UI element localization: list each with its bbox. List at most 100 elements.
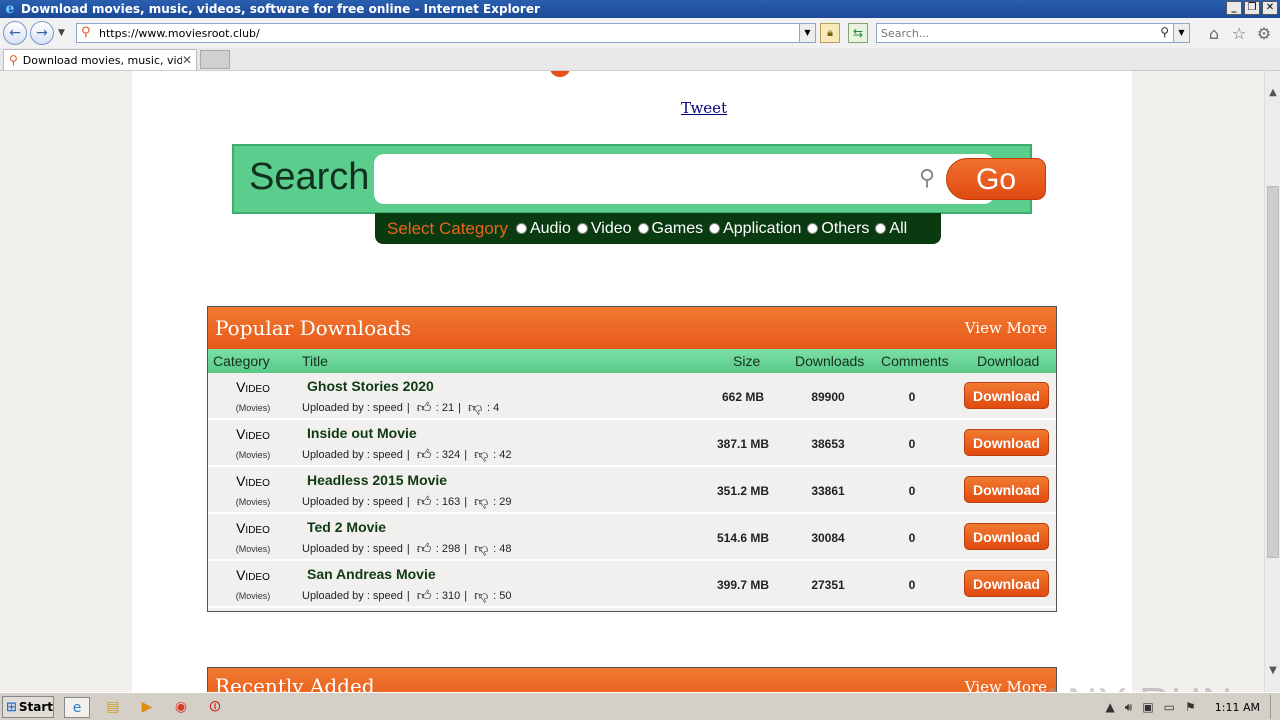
scroll-down-icon[interactable]: ▼ xyxy=(1265,663,1280,679)
address-dropdown-icon[interactable]: ▼ xyxy=(799,24,815,42)
scroll-up-icon[interactable]: ▲ xyxy=(1265,85,1280,101)
row-title-link[interactable]: Inside out Movie xyxy=(307,425,417,441)
col-category: Category xyxy=(213,353,270,369)
thumbs-up-icon[interactable]: 👍︎ xyxy=(417,540,433,557)
table-body: Video (Movies) Ghost Stories 2020 Uploaded … xyxy=(208,373,1056,608)
display-icon[interactable]: ▭ xyxy=(1164,700,1175,714)
category-radio-all[interactable]: All xyxy=(875,220,907,238)
radio-icon xyxy=(875,223,887,234)
new-tab-button[interactable] xyxy=(200,50,230,69)
favorites-star-icon[interactable]: ☆ xyxy=(1229,24,1249,44)
table-row: Video (Movies) San Andreas Movie Uploaded b… xyxy=(208,561,1056,608)
network-icon[interactable]: ▣ xyxy=(1142,700,1153,714)
thumbs-up-icon[interactable]: 👍︎ xyxy=(417,399,433,416)
separator: | xyxy=(458,401,461,414)
share-button-partial[interactable] xyxy=(550,71,570,77)
taskbar-ie-icon[interactable]: e xyxy=(64,697,90,718)
scrollbar-thumb[interactable] xyxy=(1267,186,1279,558)
row-title-link[interactable]: Ted 2 Movie xyxy=(307,519,386,535)
row-downloads: 89900 xyxy=(811,390,845,404)
category-radio-audio[interactable]: Audio xyxy=(515,220,571,238)
row-uploader: Uploaded by : speed xyxy=(302,448,403,461)
separator: | xyxy=(464,589,468,602)
site-search-input[interactable] xyxy=(384,164,904,194)
download-button[interactable]: Download xyxy=(964,570,1049,597)
history-dropdown-icon[interactable]: ▼ xyxy=(58,28,65,38)
tray-arrow-icon[interactable]: ▲ xyxy=(1106,700,1115,714)
vertical-scrollbar[interactable]: ▲ ▼ xyxy=(1264,71,1280,692)
separator: | xyxy=(464,495,468,508)
thumbs-down-icon[interactable]: 👎︎ xyxy=(474,587,490,604)
refresh-button[interactable]: ⇆ xyxy=(848,23,868,43)
taskbar-explorer-icon[interactable]: ▤ xyxy=(100,697,126,718)
go-button[interactable]: Go xyxy=(946,158,1046,200)
row-subcategory: (Movies) xyxy=(235,544,271,554)
tab-moviesroot[interactable]: ⚲ Download movies, music, vid... ✕ xyxy=(3,49,197,70)
download-button[interactable]: Download xyxy=(964,382,1049,409)
taskbar-media-player-icon[interactable]: ▶ xyxy=(134,697,160,718)
download-button[interactable]: Download xyxy=(964,523,1049,550)
category-radio-games[interactable]: Games xyxy=(637,220,703,238)
radio-icon xyxy=(709,223,721,234)
search-icon[interactable]: ⚲ xyxy=(1160,25,1169,39)
refresh-icon: ⇆ xyxy=(852,26,864,40)
row-category: Video xyxy=(236,520,270,536)
clock[interactable]: 1:11 AM xyxy=(1215,701,1260,714)
url-input[interactable] xyxy=(99,25,799,41)
download-button[interactable]: Download xyxy=(964,429,1049,456)
security-lock-button[interactable]: 🔒︎ xyxy=(820,23,840,43)
recent-view-more-link[interactable]: View More xyxy=(965,674,1047,692)
thumbs-down-icon[interactable]: 👎︎ xyxy=(474,540,490,557)
restore-button[interactable]: ❐ xyxy=(1244,1,1260,15)
speaker-icon[interactable]: 🔊︎ xyxy=(1125,700,1133,715)
start-button[interactable]: ⊞ Start xyxy=(2,696,54,718)
gear-icon[interactable]: ⚙ xyxy=(1254,24,1274,44)
row-size: 387.1 MB xyxy=(716,437,770,451)
page-viewport: Tweet Search ⚲ Go Select Category Audio … xyxy=(0,71,1264,692)
anyrun-watermark: ANY RUN xyxy=(1038,679,1233,692)
search-dropdown-icon[interactable]: ▼ xyxy=(1173,24,1189,42)
back-button[interactable]: ← xyxy=(3,21,27,45)
taskbar-chrome-icon[interactable]: ◉ xyxy=(168,697,194,718)
flag-icon[interactable]: ⚑ xyxy=(1185,700,1196,714)
separator: | xyxy=(406,448,410,461)
row-subcategory: (Movies) xyxy=(235,450,271,460)
window-titlebar: e Download movies, music, videos, softwa… xyxy=(0,0,1280,18)
close-button[interactable]: ✕ xyxy=(1262,1,1278,15)
forward-button[interactable]: → xyxy=(30,21,54,45)
separator: | xyxy=(464,448,468,461)
row-dislikes: : 42 xyxy=(493,448,512,461)
row-likes: : 310 xyxy=(435,589,461,602)
separator: | xyxy=(406,495,410,508)
col-title: Title xyxy=(302,353,328,369)
table-row: Video (Movies) Ted 2 Movie Uploaded by : sp… xyxy=(208,514,1056,561)
row-meta: Uploaded by : speed | 👍︎: 324 | 👎︎: 42 xyxy=(302,446,511,463)
taskbar-stop-icon[interactable]: ⏼ xyxy=(202,697,228,718)
row-title-link[interactable]: Ghost Stories 2020 xyxy=(307,378,434,394)
minimize-button[interactable]: _ xyxy=(1226,1,1242,15)
row-title-link[interactable]: Headless 2015 Movie xyxy=(307,472,447,488)
category-radio-others[interactable]: Others xyxy=(807,220,869,238)
table-row: Video (Movies) Inside out Movie Uploaded by… xyxy=(208,420,1056,467)
show-desktop-button[interactable] xyxy=(1270,695,1280,719)
thumbs-up-icon[interactable]: 👍︎ xyxy=(417,587,433,604)
row-title-link[interactable]: San Andreas Movie xyxy=(307,566,436,582)
home-icon[interactable]: ⌂ xyxy=(1204,24,1224,44)
row-meta: Uploaded by : speed | 👍︎: 163 | 👎︎: 29 xyxy=(302,493,511,510)
tab-close-icon[interactable]: ✕ xyxy=(182,53,192,67)
thumbs-down-icon[interactable]: 👎︎ xyxy=(474,446,490,463)
lock-icon: 🔒︎ xyxy=(827,26,833,39)
thumbs-up-icon[interactable]: 👍︎ xyxy=(417,493,433,510)
download-button[interactable]: Download xyxy=(964,476,1049,503)
thumbs-down-icon[interactable]: 👎︎ xyxy=(474,493,490,510)
popular-view-more-link[interactable]: View More xyxy=(965,319,1047,337)
popular-downloads-panel: Popular Downloads View More Category Tit… xyxy=(207,306,1057,612)
category-label: Select Category xyxy=(387,218,508,238)
category-radio-video[interactable]: Video xyxy=(576,220,632,238)
recently-added-title: Recently Added xyxy=(215,674,375,692)
thumbs-down-icon[interactable]: 👎︎ xyxy=(468,399,484,416)
category-radio-application[interactable]: Application xyxy=(709,220,801,238)
tweet-link[interactable]: Tweet xyxy=(681,99,727,117)
thumbs-up-icon[interactable]: 👍︎ xyxy=(417,446,433,463)
browser-search-input[interactable] xyxy=(881,25,1151,41)
